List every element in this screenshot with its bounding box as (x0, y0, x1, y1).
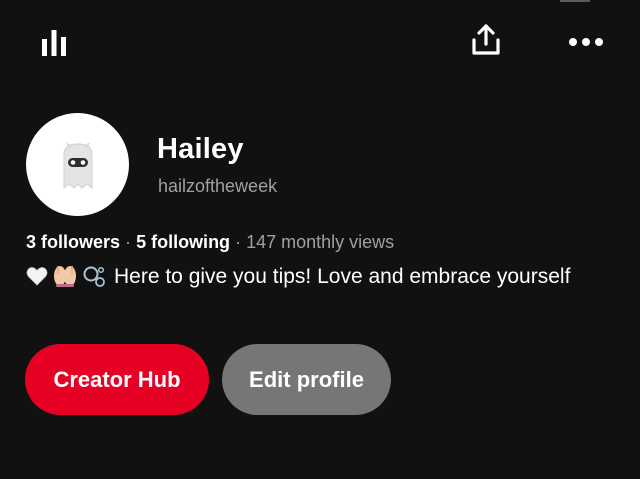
white-heart-icon (26, 267, 48, 286)
monthly-views: 147 monthly views (246, 232, 395, 252)
following-link[interactable]: 5 following (136, 232, 230, 252)
share-button[interactable] (466, 20, 506, 60)
bubbles-icon (83, 266, 105, 287)
profile-stats: 3 followers · 5 following · 147 monthly … (26, 232, 394, 253)
more-icon (569, 38, 603, 46)
stats-separator: · (125, 232, 132, 252)
edit-profile-button[interactable]: Edit profile (222, 344, 391, 415)
share-icon (472, 24, 500, 55)
creator-hub-button[interactable]: Creator Hub (25, 344, 209, 415)
ghost-icon (63, 141, 92, 189)
avatar[interactable] (26, 113, 129, 216)
more-options-button[interactable] (566, 22, 606, 62)
followers-link[interactable]: 3 followers (26, 232, 120, 252)
profile-username: hailzoftheweek (158, 176, 278, 196)
bio-text: Here to give you tips! Love and embrace … (114, 265, 571, 288)
bar-chart-icon (42, 30, 66, 56)
bio-emojis (26, 264, 106, 288)
palms-up-icon (54, 266, 76, 287)
profile-screen: Hailey hailzoftheweek 3 followers · 5 fo… (0, 0, 640, 479)
stats-separator: · (235, 232, 242, 252)
profile-bio: Here to give you tips! Love and embrace … (26, 264, 616, 290)
analytics-button[interactable] (34, 22, 74, 62)
profile-name: Hailey (157, 133, 244, 165)
status-bar-edge (560, 0, 590, 2)
